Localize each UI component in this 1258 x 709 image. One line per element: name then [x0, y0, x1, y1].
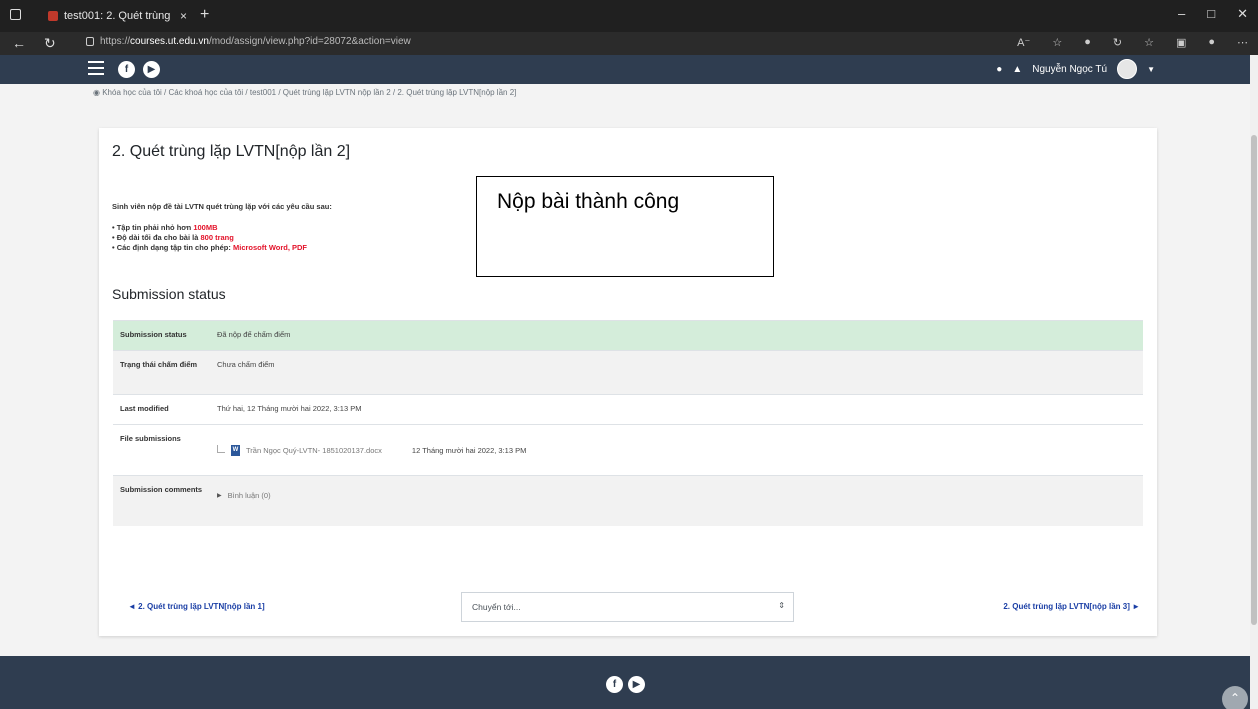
success-message-box: Nộp bài thành công [476, 176, 774, 277]
notifications-icon[interactable]: ▲ [1012, 64, 1022, 75]
scrollbar-thumb[interactable] [1251, 135, 1257, 625]
url-field[interactable]: https://courses.ut.edu.vn/mod/assign/vie… [86, 36, 411, 47]
last-modified-value: Thứ hai, 12 Tháng mười hai 2022, 3:13 PM [210, 394, 1143, 425]
browser-titlebar: test001: 2. Quét trùng lặp LVTN[n × + – … [0, 0, 1258, 32]
collections-icon[interactable]: ▣ [1176, 36, 1186, 49]
prev-activity-link[interactable]: ◄ 2. Quét trùng lặp LVTN[nộp lần 1] [128, 602, 265, 611]
requirements-list: Tập tin phải nhỏ hơn 100MB Độ dài tối đa… [112, 223, 307, 253]
file-link[interactable]: Trần Ngọc Quý-LVTN- 1851020137.docx [246, 446, 382, 455]
grading-status-value: Chưa chấm điểm [210, 350, 1143, 395]
next-activity-link[interactable]: 2. Quét trùng lặp LVTN[nộp lần 3] ► [1003, 602, 1140, 611]
requirement-item: Các định dạng tập tin cho phép: Microsof… [112, 243, 307, 253]
tree-branch-icon [217, 444, 225, 453]
success-message: Nộp bài thành công [497, 190, 680, 213]
back-arrow-icon[interactable]: ← [12, 35, 26, 51]
select-arrows-icon: ⇕ [778, 601, 785, 610]
submission-status-table: Submission status Đã nộp để chấm điểm Tr… [113, 320, 1143, 526]
avatar[interactable] [1117, 59, 1138, 79]
chevron-down-icon[interactable]: ▼ [1147, 65, 1155, 74]
refresh-icon[interactable]: ↻ [44, 35, 56, 52]
tab-title: test001: 2. Quét trùng lặp LVTN[n [64, 10, 174, 22]
user-area: ● ▲ Nguyễn Ngọc Tú ▼ [996, 59, 1155, 79]
restore-icon[interactable]: □ [1207, 6, 1215, 22]
window-menu-icon[interactable] [10, 9, 21, 20]
page-title: 2. Quét trùng lặp LVTN[nộp lần 2] [112, 143, 351, 160]
file-submissions-label: File submissions [113, 424, 210, 476]
requirement-item: Tập tin phải nhỏ hơn 100MB [112, 223, 307, 233]
address-bar: ← ↻ https://courses.ut.edu.vn/mod/assign… [0, 32, 1258, 55]
table-row: Submission status Đã nộp để chấm điểm [113, 320, 1143, 351]
table-row: Trạng thái chấm điểm Chưa chấm điểm [113, 350, 1143, 395]
grading-status-label: Trạng thái chấm điểm [113, 350, 210, 395]
url-path: /mod/assign/view.php?id=28072&action=vie… [208, 36, 411, 47]
tab-close-icon[interactable]: × [180, 9, 187, 23]
comments-toggle[interactable]: ▶ Bình luận (0) [217, 491, 1136, 500]
dashboard-icon: ◉ [93, 88, 103, 97]
lock-icon [86, 37, 94, 46]
browser-toolbar-icons: A⁻ ☆ ● ↻ ☆ ▣ ● ⋯ [1017, 36, 1248, 49]
youtube-icon[interactable]: ▶ [628, 676, 645, 693]
file-submissions-cell: W Trần Ngọc Quý-LVTN- 1851020137.docx 12… [210, 424, 1143, 476]
url-prefix: https:// [100, 36, 131, 47]
submission-status-label: Submission status [113, 320, 210, 351]
hamburger-menu-icon[interactable] [88, 61, 104, 75]
table-row: File submissions W Trần Ngọc Quý-LVTN- 1… [113, 424, 1143, 476]
youtube-icon[interactable]: ▶ [143, 61, 160, 78]
profile-icon[interactable]: ● [1208, 36, 1215, 49]
caret-right-icon: ▶ [217, 493, 222, 499]
table-row: Last modified Thứ hai, 12 Tháng mười hai… [113, 394, 1143, 425]
window-controls: – □ ✕ [1178, 6, 1248, 22]
favorite-add-icon[interactable]: ☆ [1052, 36, 1062, 49]
file-date: 12 Tháng mười hai 2022, 3:13 PM [411, 446, 527, 455]
jump-to-placeholder: Chuyển tới... [472, 602, 521, 612]
assignment-intro: Sinh viên nộp đề tài LVTN quét trùng lặp… [112, 202, 332, 211]
facebook-icon[interactable]: f [606, 676, 623, 693]
submission-comments-cell: ▶ Bình luận (0) [210, 475, 1143, 526]
more-icon[interactable]: ⋯ [1237, 36, 1248, 49]
jump-to-select[interactable]: Chuyển tới... ⇕ [461, 592, 794, 622]
read-aloud-icon[interactable]: A⁻ [1017, 36, 1030, 49]
last-modified-label: Last modified [113, 394, 210, 425]
breadcrumb[interactable]: ◉ Khóa học của tôi / Các khoá học của tô… [93, 88, 516, 97]
submission-status-heading: Submission status [112, 286, 226, 302]
page-scrollbar[interactable] [1250, 55, 1258, 709]
tab-favicon-icon [48, 11, 58, 21]
new-tab-icon[interactable]: + [200, 6, 209, 24]
close-window-icon[interactable]: ✕ [1237, 6, 1248, 22]
facebook-icon[interactable]: f [118, 61, 135, 78]
browser-tab[interactable]: test001: 2. Quét trùng lặp LVTN[n × [44, 5, 194, 27]
breadcrumb-text[interactable]: Khóa học của tôi / Các khoá học của tôi … [102, 88, 516, 97]
back-to-top-icon[interactable]: ⌃ [1222, 686, 1248, 709]
table-row: Submission comments ▶ Bình luận (0) [113, 475, 1143, 526]
submission-status-value: Đã nộp để chấm điểm [210, 320, 1143, 351]
requirement-item: Độ dài tối đa cho bài là 800 trang [112, 233, 307, 243]
user-name[interactable]: Nguyễn Ngọc Tú [1032, 64, 1107, 75]
site-footer: f ▶ [0, 656, 1250, 709]
word-document-icon: W [231, 445, 240, 456]
refresh-page-icon[interactable]: ↻ [1113, 36, 1122, 49]
extension-icon[interactable]: ● [1084, 36, 1091, 49]
messages-icon[interactable]: ● [996, 64, 1002, 75]
minimize-icon[interactable]: – [1178, 6, 1185, 22]
site-navbar: f ▶ ● ▲ Nguyễn Ngọc Tú ▼ [0, 55, 1250, 84]
submission-comments-label: Submission comments [113, 475, 210, 526]
favorites-icon[interactable]: ☆ [1144, 36, 1154, 49]
file-entry: W Trần Ngọc Quý-LVTN- 1851020137.docx 12… [217, 444, 1136, 456]
comments-link[interactable]: Bình luận (0) [228, 491, 271, 500]
url-host: courses.ut.edu.vn [130, 36, 209, 47]
